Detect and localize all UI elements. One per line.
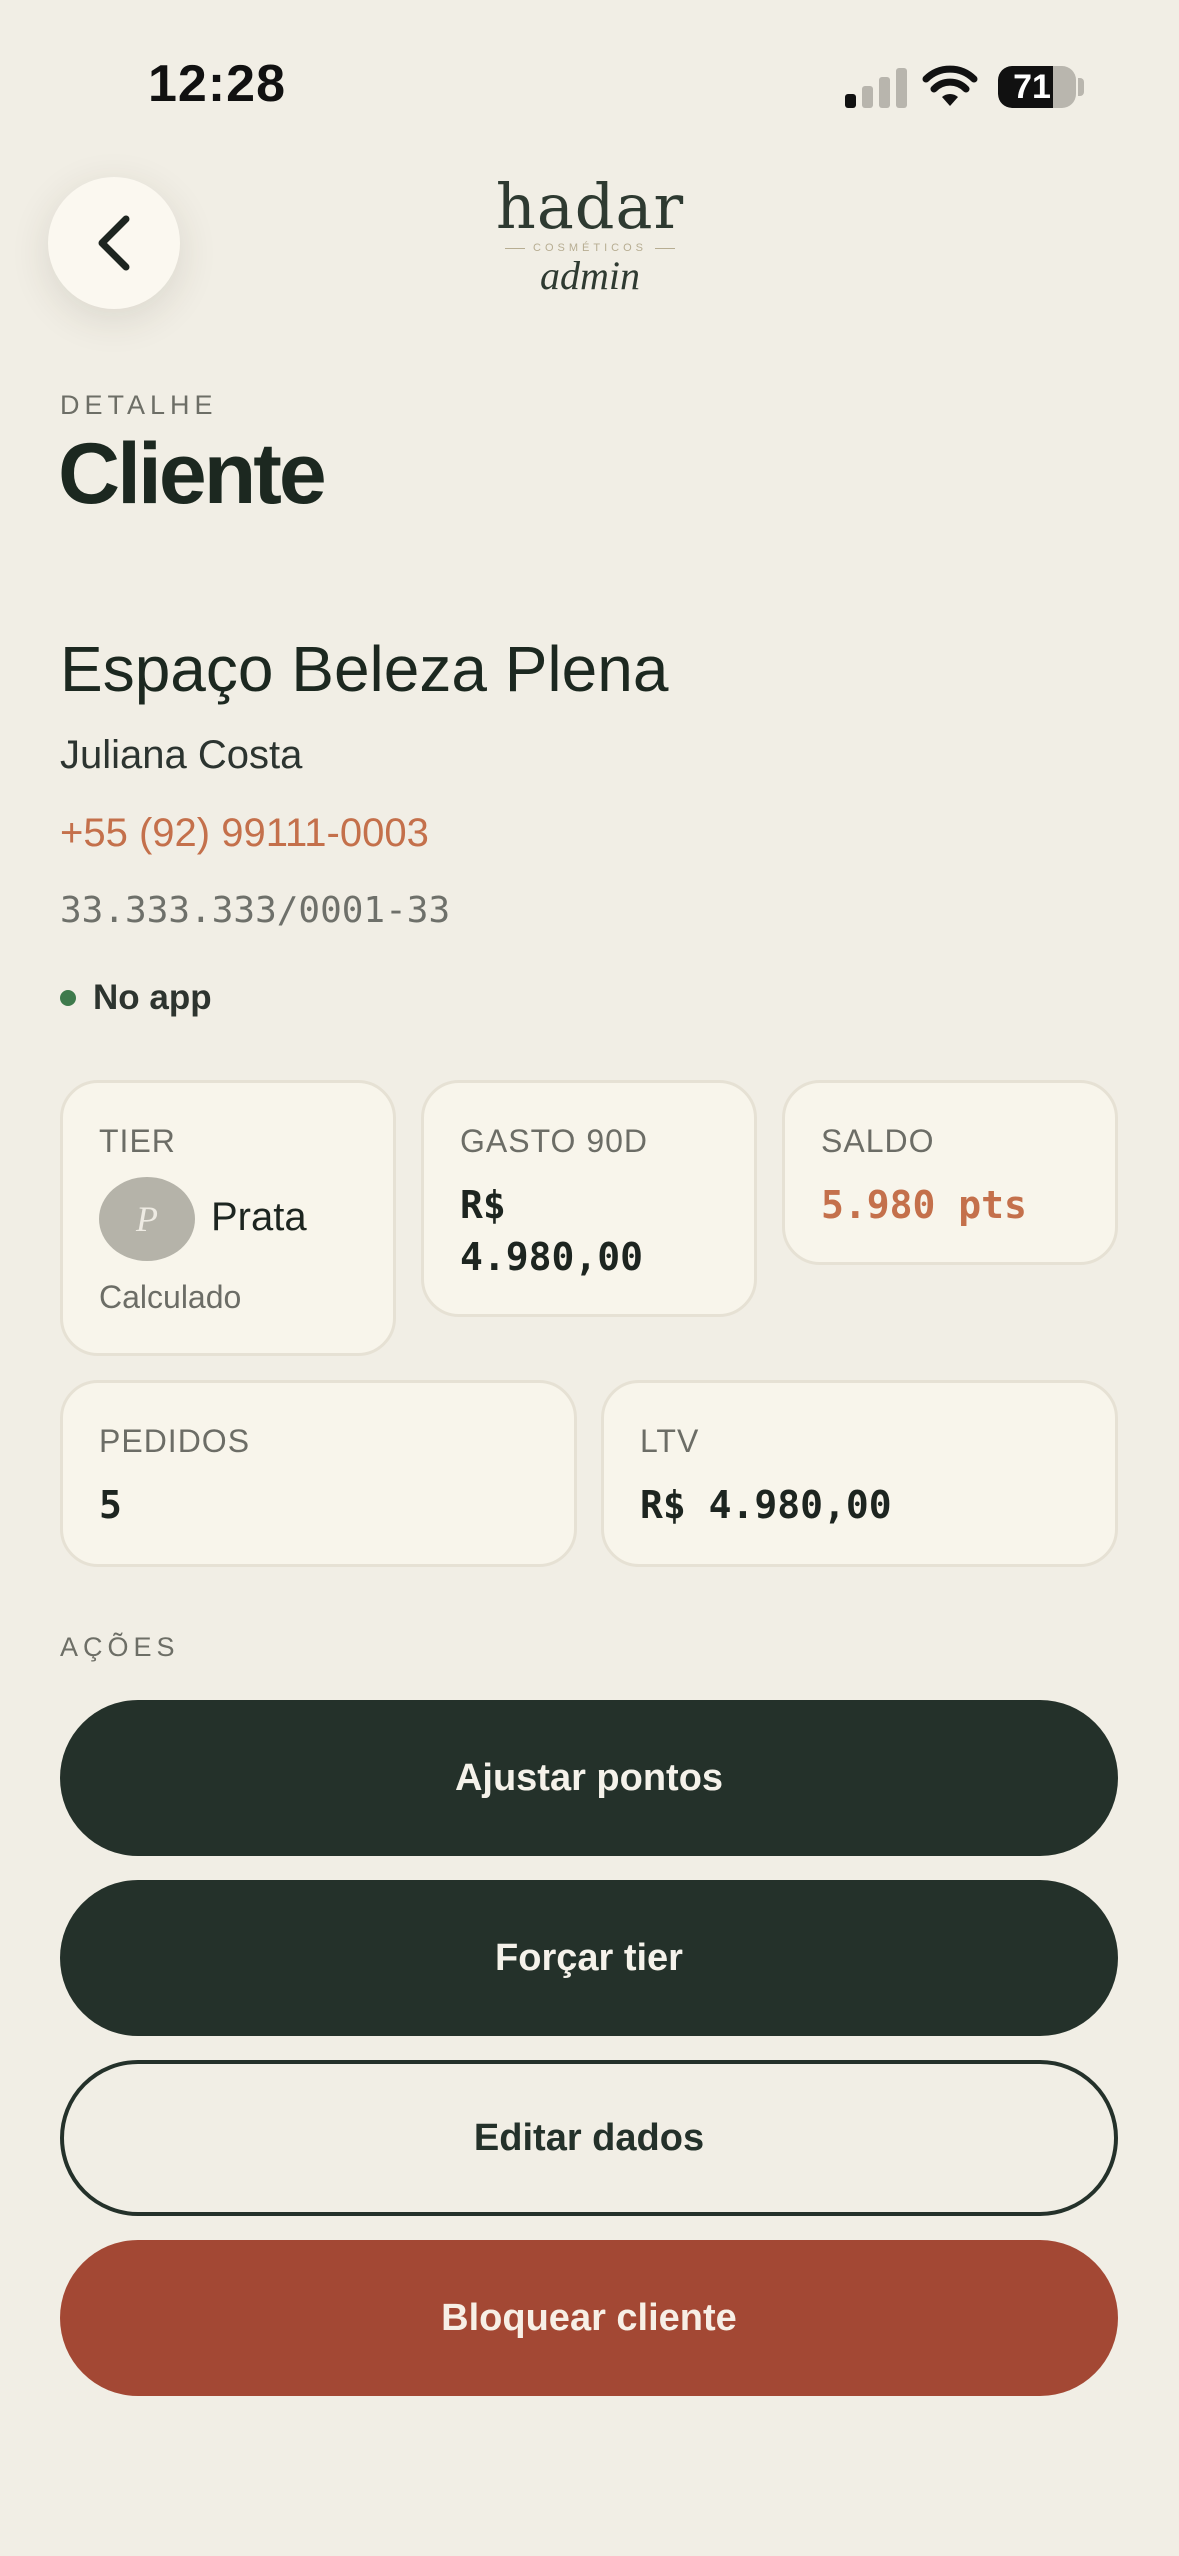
balance-card: SALDO 5.980 pts: [782, 1080, 1118, 1265]
orders-card-value: 5: [99, 1483, 122, 1527]
ltv-card-label: LTV: [640, 1423, 700, 1459]
battery-cap: [1078, 78, 1084, 96]
app-status-text: No app: [93, 978, 212, 1017]
adjust-points-button[interactable]: Ajustar pontos: [60, 1700, 1118, 1856]
tier-card: TIER P Prata Calculado: [60, 1080, 396, 1356]
balance-card-value: 5.980 pts: [821, 1183, 1027, 1227]
page-title: Cliente: [58, 426, 327, 522]
chevron-left-icon: [98, 215, 130, 271]
force-tier-button[interactable]: Forçar tier: [60, 1880, 1118, 2036]
client-business-name: Espaço Beleza Plena: [60, 633, 669, 705]
tier-card-subtext: Calculado: [99, 1279, 242, 1315]
battery-percent: 71: [1013, 67, 1051, 106]
status-time: 12:28: [148, 55, 286, 113]
ltv-card-value: R$ 4.980,00: [640, 1483, 892, 1527]
actions-section-label: AÇÕES: [60, 1632, 180, 1662]
client-phone-link[interactable]: +55 (92) 99111-0003: [60, 811, 429, 856]
block-client-button[interactable]: Bloquear cliente: [60, 2240, 1118, 2396]
orders-card-label: PEDIDOS: [99, 1423, 251, 1459]
client-contact-name: Juliana Costa: [60, 733, 303, 777]
tier-avatar-icon: P: [99, 1177, 195, 1261]
ltv-card: LTV R$ 4.980,00: [601, 1380, 1118, 1567]
tier-card-label: TIER: [99, 1123, 176, 1159]
logo-wordmark: hadar: [495, 170, 685, 243]
balance-card-label: SALDO: [821, 1123, 935, 1159]
spend-card-currency: R$: [460, 1183, 506, 1227]
page-eyebrow: DETALHE: [60, 390, 218, 420]
orders-card: PEDIDOS 5: [60, 1380, 577, 1567]
edit-data-button[interactable]: Editar dados: [60, 2060, 1118, 2216]
spend-90d-card: GASTO 90D R$ 4.980,00: [421, 1080, 757, 1317]
cellular-signal-icon: [845, 66, 907, 108]
logo-admin-label: admin: [540, 253, 640, 298]
battery-icon: 71: [998, 66, 1076, 108]
tier-card-value: Prata: [211, 1195, 307, 1239]
back-button[interactable]: [48, 177, 180, 309]
spend-card-amount: 4.980,00: [460, 1235, 644, 1279]
status-dot-icon: [60, 990, 76, 1006]
wifi-icon: [922, 65, 978, 106]
app-status-badge: No app: [60, 978, 212, 1018]
client-document: 33.333.333/0001-33: [60, 890, 451, 931]
spend-card-label: GASTO 90D: [460, 1123, 649, 1159]
brand-logo: hadar COSMÉTICOS admin: [440, 176, 740, 296]
